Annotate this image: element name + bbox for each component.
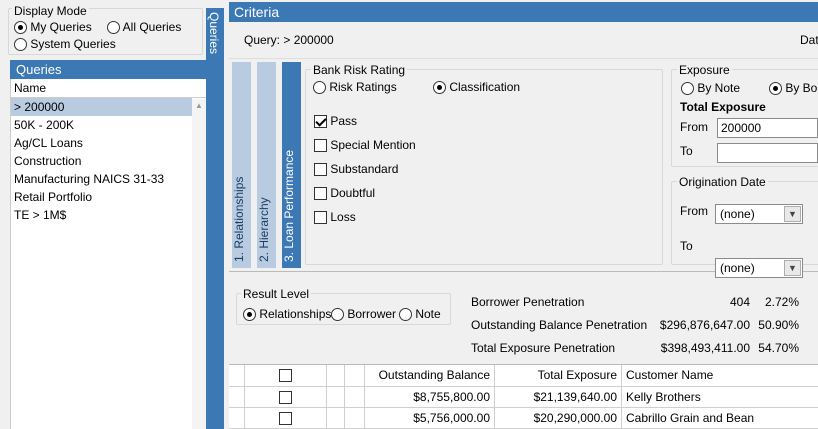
queries-col-header[interactable]: Name <box>11 79 206 98</box>
checkbox-icon <box>314 115 327 129</box>
risk-ratings-radio[interactable]: Risk Ratings <box>313 80 397 95</box>
list-item[interactable]: 50K - 200K <box>11 116 206 134</box>
queries-side-tab-label: Queries <box>207 12 221 55</box>
radio-icon <box>313 81 326 95</box>
substandard-checkbox[interactable]: Substandard <box>314 162 398 177</box>
exposure-penetration-label: Total Exposure Penetration <box>471 341 616 355</box>
list-item[interactable]: TE > 1M$ <box>11 206 206 224</box>
relationships-radio[interactable]: Relationships <box>243 307 331 322</box>
scroll-up-icon[interactable]: ▲ <box>195 101 203 110</box>
origination-from-select[interactable]: (none) ▼ <box>715 204 803 224</box>
table-row[interactable]: $5,756,000.00 $20,290,000.00 Cabrillo Gr… <box>229 408 818 429</box>
tab-hierarchy[interactable]: 2. Hierarchy <box>257 62 276 268</box>
criteria-title: Criteria <box>234 4 280 20</box>
doubtful-checkbox[interactable]: Doubtful <box>314 186 375 201</box>
results-grid: Outstanding Balance Total Exposure Custo… <box>229 364 818 429</box>
outstanding-cell: $8,755,800.00 <box>365 387 495 407</box>
queries-side-tab[interactable]: Queries <box>206 8 224 429</box>
outstanding-cell: $5,756,000.00 <box>365 408 495 428</box>
origination-to-select[interactable]: (none) ▼ <box>715 258 803 278</box>
checkbox-icon <box>314 187 327 201</box>
chevron-down-icon[interactable]: ▼ <box>784 260 801 276</box>
radio-icon <box>769 82 782 96</box>
all-queries-radio[interactable]: All Queries <box>107 20 182 35</box>
origination-to-label: To <box>680 239 693 253</box>
exposure-penetration-pct: 54.70% <box>758 341 799 355</box>
grid-header-row: Outstanding Balance Total Exposure Custo… <box>229 365 818 387</box>
exposure-cell: $20,290,000.00 <box>495 408 622 428</box>
exposure-legend: Exposure <box>677 63 732 77</box>
result-level-legend: Result Level <box>241 287 312 301</box>
queries-list: Name > 200000 50K - 200K Ag/CL Loans Con… <box>10 79 206 429</box>
customer-cell: Kelly Brothers <box>626 390 701 404</box>
borrower-radio[interactable]: Borrower <box>331 307 396 322</box>
my-queries-radio[interactable]: My Queries <box>14 20 92 35</box>
borrower-penetration-value: 404 <box>729 295 750 309</box>
tab-loan-performance[interactable]: 3. Loan Performance <box>282 62 301 268</box>
bank-risk-legend: Bank Risk Rating <box>311 63 408 77</box>
radio-icon <box>243 308 256 322</box>
system-queries-label: System Queries <box>30 37 116 51</box>
customer-cell: Cabrillo Grain and Bean <box>626 411 755 425</box>
criteria-right-cut-label: Dat <box>800 33 818 47</box>
origination-legend: Origination Date <box>677 175 768 189</box>
radio-icon <box>331 308 344 322</box>
queries-panel-title: Queries <box>16 62 62 77</box>
checkbox-icon <box>314 163 327 177</box>
chevron-down-icon[interactable]: ▼ <box>784 206 801 222</box>
radio-icon <box>681 82 694 96</box>
col-exposure-header[interactable]: Total Exposure <box>495 365 622 386</box>
special-mention-checkbox[interactable]: Special Mention <box>314 138 416 153</box>
outstanding-penetration-value: $296,876,647.00 <box>659 318 750 332</box>
note-radio[interactable]: Note <box>399 307 441 322</box>
col-customer-header[interactable]: Customer Name <box>622 365 818 386</box>
row-checkbox[interactable] <box>279 412 292 426</box>
classification-radio[interactable]: Classification <box>433 80 520 95</box>
list-item[interactable]: Ag/CL Loans <box>11 134 206 152</box>
radio-icon <box>14 21 27 35</box>
exposure-to-input[interactable] <box>717 143 818 163</box>
exposure-from-label: From <box>680 120 708 134</box>
radio-icon <box>107 21 120 35</box>
display-mode-legend: Display Mode <box>12 4 89 18</box>
queries-panel-header: Queries <box>10 60 206 79</box>
origination-from-label: From <box>680 204 708 218</box>
criteria-header: Criteria <box>229 2 818 22</box>
radio-icon <box>14 38 27 52</box>
list-scrollbar[interactable]: ▲ <box>192 99 206 429</box>
borrower-penetration-label: Borrower Penetration <box>471 295 585 309</box>
list-item[interactable]: Retail Portfolio <box>11 188 206 206</box>
tab-relationships[interactable]: 1. Relationships <box>232 62 251 268</box>
my-queries-label: My Queries <box>30 20 92 34</box>
query-name-label: Query: > 200000 <box>244 33 334 47</box>
select-all-cell <box>245 365 327 386</box>
borrower-penetration-pct: 2.72% <box>764 295 799 309</box>
outstanding-penetration-label: Outstanding Balance Penetration <box>471 318 648 332</box>
list-item[interactable]: Manufacturing NAICS 31-33 <box>11 170 206 188</box>
checkbox-icon <box>314 139 327 153</box>
select-all-checkbox[interactable] <box>279 369 292 383</box>
exposure-cell: $21,139,640.00 <box>495 387 622 407</box>
by-borrower-radio[interactable]: By Bor <box>769 81 818 96</box>
exposure-to-label: To <box>680 144 693 158</box>
col-outstanding-header[interactable]: Outstanding Balance <box>365 365 495 386</box>
radio-icon <box>399 308 412 322</box>
exposure-from-input[interactable]: 200000 <box>717 118 818 138</box>
outstanding-penetration-pct: 50.90% <box>758 318 799 332</box>
pass-checkbox[interactable]: Pass <box>314 114 357 129</box>
exposure-penetration-value: $398,493,411.00 <box>660 341 750 355</box>
checkbox-icon <box>314 211 327 225</box>
loss-checkbox[interactable]: Loss <box>314 210 356 225</box>
col-name-label: Name <box>14 81 47 95</box>
table-row[interactable]: $8,755,800.00 $21,139,640.00 Kelly Broth… <box>229 387 818 408</box>
all-queries-label: All Queries <box>122 20 182 34</box>
list-item[interactable]: > 200000 <box>11 98 192 116</box>
system-queries-radio[interactable]: System Queries <box>14 37 116 52</box>
by-note-radio[interactable]: By Note <box>681 81 740 96</box>
radio-icon <box>433 81 446 95</box>
row-checkbox[interactable] <box>279 391 292 405</box>
list-item[interactable]: Construction <box>11 152 206 170</box>
total-exposure-label: Total Exposure <box>680 100 766 114</box>
